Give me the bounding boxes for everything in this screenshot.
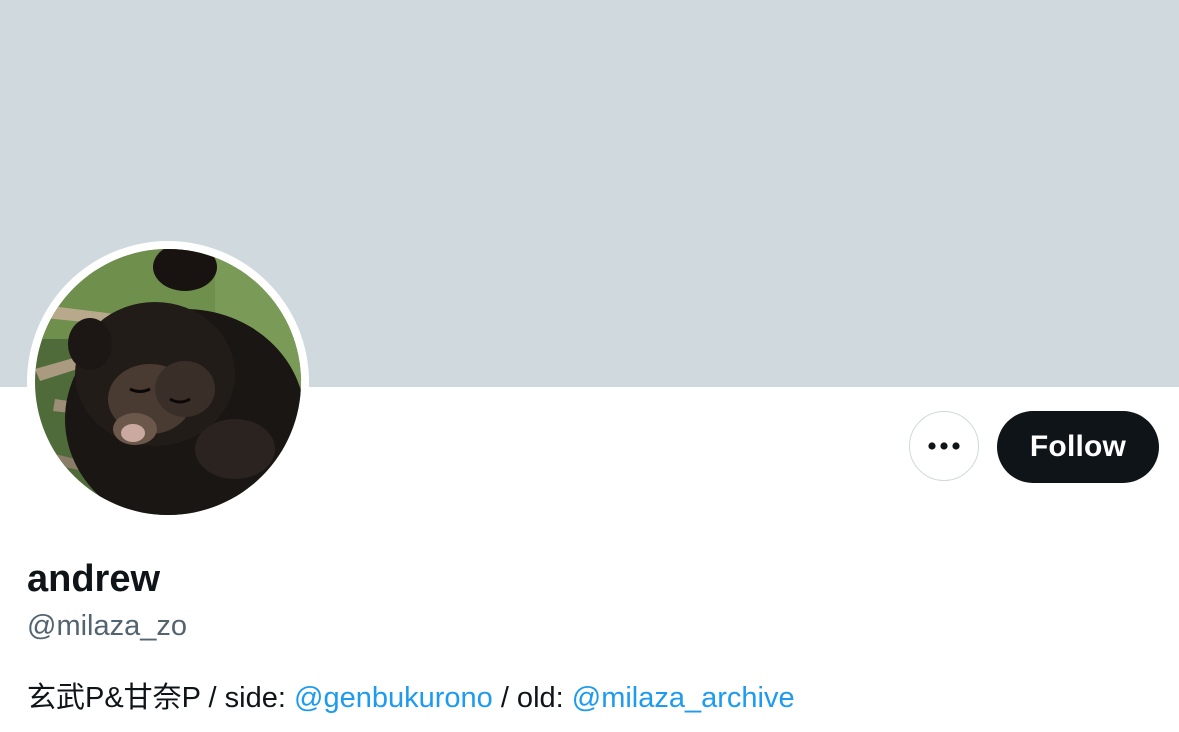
display-name: andrew — [27, 558, 161, 600]
bio-text-middle: / old: — [492, 682, 572, 714]
bio-text: 玄武P&甘奈P / side: — [27, 682, 294, 714]
bio-mention-side[interactable]: @genbukurono — [294, 682, 493, 714]
bio-mention-old[interactable]: @milaza_archive — [572, 682, 795, 714]
bear-cub-avatar-image — [35, 249, 301, 515]
avatar[interactable] — [35, 249, 301, 515]
ellipsis-icon — [928, 442, 960, 450]
profile-bio: 玄武P&甘奈P / side: @genbukurono / old: @mil… — [27, 680, 795, 716]
more-options-button[interactable] — [909, 411, 979, 481]
follow-button[interactable]: Follow — [997, 411, 1159, 483]
user-handle: @milaza_zo — [27, 610, 187, 642]
profile-page: Follow andrew @milaza_zo 玄武P&甘奈P / side:… — [0, 0, 1179, 732]
